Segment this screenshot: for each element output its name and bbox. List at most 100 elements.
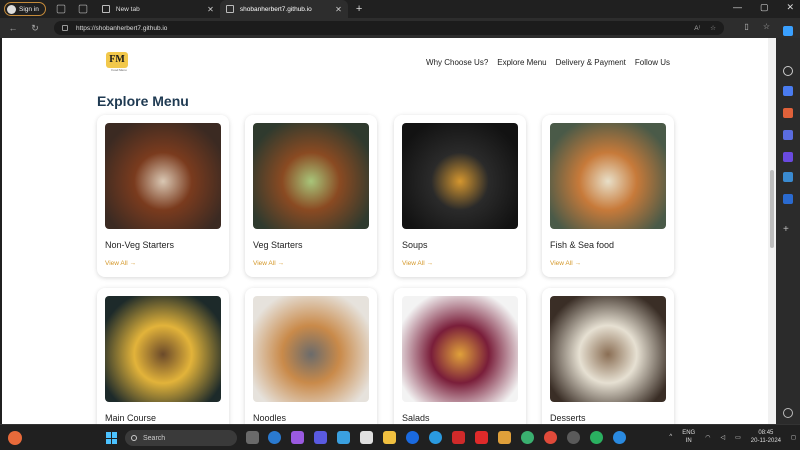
battery-icon[interactable]: ▭ <box>735 434 741 441</box>
nav-follow-us[interactable]: Follow Us <box>635 58 670 67</box>
main-course-image <box>105 296 221 402</box>
view-all-link[interactable]: View All → <box>105 260 136 267</box>
start-button-icon[interactable] <box>106 432 118 444</box>
youtube-icon[interactable] <box>475 431 488 444</box>
back-icon[interactable]: ← <box>4 23 22 33</box>
url-input[interactable]: https://shobanherbert7.github.io A⁾ ☆ <box>54 21 724 35</box>
card-title: Noodles <box>253 413 287 423</box>
workspaces-icon[interactable] <box>56 4 66 14</box>
app-icon[interactable] <box>498 431 511 444</box>
whatsapp-icon[interactable] <box>590 431 603 444</box>
card-title: Main Course <box>105 413 157 423</box>
edge-alt-icon[interactable] <box>613 431 626 444</box>
add-icon[interactable]: + <box>783 224 793 235</box>
menu-card-main-course[interactable]: Main Course <box>97 288 229 424</box>
omnibox-actions: A⁾ ☆ <box>694 24 716 32</box>
tab-active-site[interactable]: shobanherbert7.github.io ✕ <box>219 0 348 18</box>
window-controls: — ▢ ✕ <box>733 2 794 13</box>
site-favicon-icon <box>225 5 234 13</box>
teams-icon[interactable] <box>314 431 327 444</box>
logo-mark: FM <box>106 52 128 68</box>
search-label: Search <box>143 434 166 442</box>
outlook-icon[interactable] <box>783 172 793 182</box>
windows-taskbar: Search ^ ENG IN ◠ ◁ ▭ 08:45 20-11-2024 ◻ <box>0 424 800 450</box>
web-page: FM Food Menu Why Choose Us? Explore Menu… <box>2 38 768 424</box>
nav-delivery-payment[interactable]: Delivery & Payment <box>556 58 626 67</box>
search-icon[interactable] <box>783 66 793 76</box>
store-icon[interactable] <box>360 431 373 444</box>
volume-icon[interactable]: ◁ <box>720 434 725 441</box>
favorite-star-icon[interactable]: ☆ <box>710 24 716 32</box>
notifications-icon[interactable]: ◻ <box>791 434 796 441</box>
games-icon[interactable] <box>783 130 793 140</box>
settings-gear-icon[interactable] <box>783 408 793 418</box>
wifi-icon[interactable]: ◠ <box>705 434 710 441</box>
refresh-icon[interactable]: ↻ <box>26 23 44 34</box>
soups-image <box>402 123 518 229</box>
copilot-icon[interactable] <box>783 26 793 36</box>
nav-why-choose-us[interactable]: Why Choose Us? <box>426 58 488 67</box>
profile-signin-button[interactable]: Sign in <box>4 2 46 16</box>
address-bar-row: ← ↻ https://shobanherbert7.github.io A⁾ … <box>0 18 800 38</box>
menu-card-noodles[interactable]: Noodles <box>245 288 377 424</box>
mcafee-icon[interactable] <box>452 431 465 444</box>
close-tab-icon[interactable]: ✕ <box>207 5 214 14</box>
site-nav: Why Choose Us? Explore Menu Delivery & P… <box>426 58 670 67</box>
clock[interactable]: 08:45 20-11-2024 <box>751 429 781 445</box>
region-code: IN <box>685 438 692 444</box>
taskbar-search-input[interactable]: Search <box>125 430 237 446</box>
media-player-icon[interactable] <box>567 431 580 444</box>
page-scrollbar[interactable] <box>768 38 776 424</box>
chrome-dev-icon[interactable] <box>429 431 442 444</box>
show-hidden-icons-icon[interactable]: ^ <box>669 434 672 440</box>
language-indicator[interactable]: ENG IN <box>682 429 695 445</box>
close-tab-icon[interactable]: ✕ <box>335 5 342 14</box>
nav-explore-menu[interactable]: Explore Menu <box>497 58 546 67</box>
tab-new-tab[interactable]: New tab ✕ <box>96 0 220 18</box>
menu-card-desserts[interactable]: Desserts <box>542 288 674 424</box>
facebook-icon[interactable] <box>406 431 419 444</box>
card-title: Salads <box>402 413 430 423</box>
view-all-link[interactable]: View All → <box>550 260 581 267</box>
profile-avatar-icon <box>7 4 16 14</box>
menu-card-veg-starters[interactable]: Veg Starters View All → <box>245 115 377 277</box>
edge-browser-icon[interactable] <box>268 431 281 444</box>
close-window-icon[interactable]: ✕ <box>786 2 794 13</box>
menu-card-fish-seafood[interactable]: Fish & Sea food View All → <box>542 115 674 277</box>
menu-card-soups[interactable]: Soups View All → <box>394 115 526 277</box>
read-aloud-icon[interactable]: A⁾ <box>694 24 700 32</box>
minimize-icon[interactable]: — <box>733 2 742 13</box>
card-title: Fish & Sea food <box>550 240 615 250</box>
browser-tab-strip: Sign in New tab ✕ shobanherbert7.github.… <box>0 0 800 18</box>
chrome-alt-icon[interactable] <box>544 431 557 444</box>
tab-title: New tab <box>115 5 140 13</box>
menu-card-salads[interactable]: Salads <box>394 288 526 424</box>
copilot-app-icon[interactable] <box>291 431 304 444</box>
new-tab-button[interactable]: + <box>356 3 362 15</box>
task-view-icon[interactable] <box>246 431 259 444</box>
file-explorer-icon[interactable] <box>383 431 396 444</box>
logo-subtext: Food Menu <box>111 68 127 72</box>
microsoft-365-icon[interactable] <box>783 152 793 162</box>
view-all-link[interactable]: View All → <box>253 260 284 267</box>
scrollbar-thumb[interactable] <box>770 170 774 248</box>
maximize-icon[interactable]: ▢ <box>760 2 769 13</box>
tools-icon[interactable] <box>783 108 793 118</box>
site-logo[interactable]: FM Food Menu <box>106 50 134 72</box>
non-veg-starters-image <box>105 123 221 229</box>
drop-icon[interactable] <box>783 194 793 204</box>
veg-starters-image <box>253 123 369 229</box>
weather-widget-icon[interactable] <box>8 431 22 445</box>
favorites-icon[interactable]: ☆ <box>763 22 770 31</box>
azure-icon[interactable] <box>337 431 350 444</box>
card-title: Soups <box>402 240 428 250</box>
section-title: Explore Menu <box>97 93 189 109</box>
tab-actions-icon[interactable] <box>78 4 88 14</box>
menu-card-non-veg-starters[interactable]: Non-Veg Starters View All → <box>97 115 229 277</box>
split-screen-icon[interactable]: ▯ <box>744 22 748 31</box>
new-tab-favicon-icon <box>101 5 110 13</box>
shopping-tag-icon[interactable] <box>783 86 793 96</box>
site-info-icon[interactable] <box>62 25 68 31</box>
view-all-link[interactable]: View All → <box>402 260 433 267</box>
chrome-icon[interactable] <box>521 431 534 444</box>
